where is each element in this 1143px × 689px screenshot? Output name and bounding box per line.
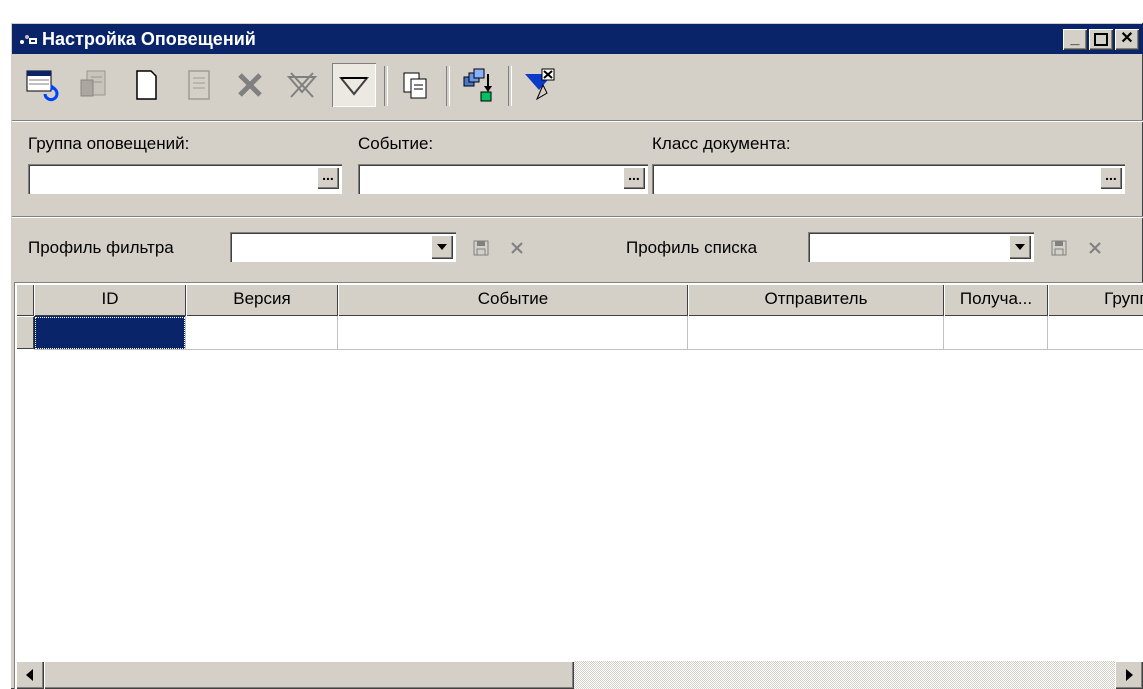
notifications-table[interactable]: ID Версия Событие Отправитель Получа... … xyxy=(14,282,1143,689)
arrow-left-icon xyxy=(26,669,33,681)
maximize-icon xyxy=(1094,33,1108,46)
row-indicator[interactable] xyxy=(16,316,34,349)
edit-document-icon xyxy=(80,70,106,97)
filter-button[interactable] xyxy=(332,63,376,107)
column-header-recipient[interactable]: Получа... xyxy=(944,284,1048,316)
minimize-button[interactable]: _ xyxy=(1063,29,1087,50)
column-header-event[interactable]: Событие xyxy=(338,284,688,316)
clear-filter-icon xyxy=(286,72,318,98)
close-button[interactable]: ✕ xyxy=(1115,29,1139,50)
event-label: Событие: xyxy=(358,134,434,153)
event-field[interactable]: ... xyxy=(358,164,648,194)
delete-profile-icon[interactable] xyxy=(1086,239,1104,257)
column-header-version[interactable]: Версия xyxy=(186,284,338,316)
copy-button[interactable] xyxy=(394,63,438,107)
panel-divider xyxy=(12,216,1143,218)
maximize-button[interactable] xyxy=(1089,29,1113,50)
window-title: Настройка Оповещений xyxy=(42,29,256,49)
delete-button[interactable] xyxy=(228,63,272,107)
filter-panel: Группа оповещений: Событие: Класс докуме… xyxy=(12,122,1143,218)
toolbar-separator xyxy=(508,66,512,106)
refresh-list-button[interactable] xyxy=(20,63,64,107)
scroll-left-button[interactable] xyxy=(16,661,44,689)
table-cell[interactable] xyxy=(34,316,186,350)
profile-bar: Профиль фильтра Профиль списка xyxy=(12,222,1143,280)
table-cell[interactable] xyxy=(944,316,1048,350)
bell-settings-icon xyxy=(20,35,37,44)
doc-class-field[interactable]: ... xyxy=(652,164,1125,194)
filter-icon xyxy=(338,77,370,96)
delete-profile-icon[interactable] xyxy=(508,239,526,257)
scroll-right-button[interactable] xyxy=(1115,661,1143,689)
chevron-down-icon[interactable] xyxy=(431,235,453,259)
column-header-group[interactable]: Группа xyxy=(1048,284,1143,316)
doc-class-ellipsis-button[interactable]: ... xyxy=(1100,167,1122,189)
filter-profile-select[interactable] xyxy=(230,232,456,262)
save-profile-icon[interactable] xyxy=(1050,239,1068,257)
properties-button[interactable] xyxy=(176,63,220,107)
table-cell[interactable] xyxy=(688,316,944,350)
arrow-right-icon xyxy=(1126,669,1133,681)
save-profile-icon[interactable] xyxy=(472,239,490,257)
title-bar[interactable]: Настройка Оповещений _ ✕ xyxy=(12,24,1143,54)
table-cell[interactable] xyxy=(1048,316,1143,350)
column-header-group-label: Группа xyxy=(1104,289,1143,308)
toolbar-separator xyxy=(446,66,450,106)
export-button[interactable] xyxy=(456,63,500,107)
horizontal-scrollbar[interactable] xyxy=(16,661,1143,689)
column-header-sender[interactable]: Отправитель xyxy=(688,284,944,316)
list-profile-select[interactable] xyxy=(808,232,1034,262)
table-cell[interactable] xyxy=(186,316,338,350)
filter-profile-label: Профиль фильтра xyxy=(28,238,174,257)
edit-document-button[interactable] xyxy=(72,63,116,107)
reset-filter-button[interactable] xyxy=(518,63,562,107)
group-ellipsis-button[interactable]: ... xyxy=(317,167,339,189)
toolbar-separator xyxy=(384,66,388,106)
group-field[interactable]: ... xyxy=(28,164,342,194)
chevron-down-icon[interactable] xyxy=(1009,235,1031,259)
event-ellipsis-button[interactable]: ... xyxy=(623,167,645,189)
new-document-icon xyxy=(136,70,157,100)
list-profile-label: Профиль списка xyxy=(626,238,758,257)
toolbar xyxy=(12,56,1143,121)
doc-class-label: Класс документа: xyxy=(652,134,791,153)
notification-settings-window: Настройка Оповещений _ ✕ Группа оповещен… xyxy=(10,22,1143,689)
export-icon xyxy=(463,68,492,102)
column-header-id[interactable]: ID xyxy=(34,284,186,316)
properties-icon xyxy=(188,70,210,100)
reset-filter-icon xyxy=(525,68,555,101)
copy-icon xyxy=(403,72,427,99)
group-label: Группа оповещений: xyxy=(28,134,190,153)
new-document-button[interactable] xyxy=(124,63,168,107)
row-header-corner xyxy=(16,284,34,316)
delete-icon xyxy=(238,73,262,97)
clear-filter-button[interactable] xyxy=(280,63,324,107)
refresh-list-icon xyxy=(26,70,59,102)
table-cell[interactable] xyxy=(338,316,688,350)
scrollbar-thumb[interactable] xyxy=(44,661,574,689)
